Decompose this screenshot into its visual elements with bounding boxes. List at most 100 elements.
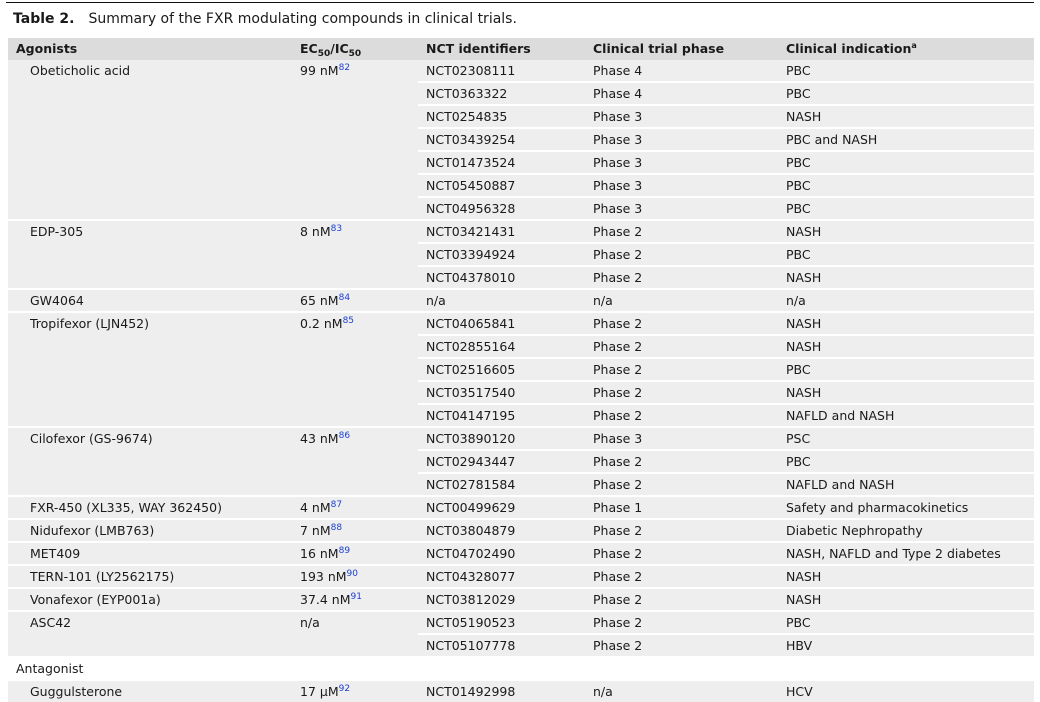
trial-phase: n/a (585, 679, 778, 702)
compound-name: MET409 (8, 541, 292, 565)
agonist-row: NCT03394924 Phase 2 PBC (8, 242, 1034, 266)
agonist-row: GW4064 65 nM84 n/a n/a n/a (8, 288, 1034, 312)
potency-value (292, 335, 418, 358)
agonist-row: NCT04147195 Phase 2 NAFLD and NASH (8, 403, 1034, 427)
reference-link: 85 (342, 316, 355, 326)
trial-phase: Phase 4 (585, 81, 778, 105)
potency-value (292, 381, 418, 404)
clinical-indication: NASH (778, 311, 1034, 335)
header-ec50-ic50: EC50/IC50 (292, 38, 418, 60)
nct-identifier: NCT03517540 (418, 380, 585, 404)
potency-text: 7 nM (300, 523, 331, 538)
clinical-indication: NASH, NAFLD and Type 2 diabetes (778, 541, 1034, 565)
potency-value: n/a (292, 610, 418, 634)
potency-value: 7 nM88 (292, 518, 418, 542)
potency-text: n/a (300, 615, 320, 630)
nct-identifier: NCT04956328 (418, 196, 585, 220)
trial-phase: n/a (585, 288, 778, 312)
nct-identifier: NCT02516605 (418, 357, 585, 381)
trial-phase: Phase 3 (585, 173, 778, 197)
agonist-row: Cilofexor (GS-9674) 43 nM86 NCT03890120 Pha… (8, 426, 1034, 450)
nct-identifier: NCT04065841 (418, 311, 585, 335)
compound-name (8, 634, 292, 657)
trial-phase: Phase 2 (585, 449, 778, 473)
header-indication-footnote: a (911, 41, 917, 50)
antagonist-row: Guggulsterone 17 μM92 NCT01492998 n/a HCV (8, 679, 1034, 702)
trial-phase: Phase 2 (585, 357, 778, 381)
potency-value (292, 82, 418, 105)
compound-name: Cilofexor (GS-9674) (8, 426, 292, 450)
reference-link: 86 (338, 431, 351, 441)
potency-value (292, 450, 418, 473)
header-ic-sub: 50 (348, 49, 362, 59)
clinical-indication: HCV (778, 679, 1034, 702)
trial-phase: Phase 3 (585, 127, 778, 151)
compound-name (8, 358, 292, 381)
potency-value (292, 473, 418, 496)
nct-identifier: NCT03804879 (418, 518, 585, 542)
trial-phase: Phase 3 (585, 150, 778, 174)
nct-identifier: NCT01492998 (418, 679, 585, 702)
potency-value: 193 nM90 (292, 564, 418, 588)
reference-link: 90 (346, 569, 358, 579)
table-body: Obeticholic acid 99 nM82 NCT02308111 Phase … (8, 60, 1034, 702)
clinical-indication: NAFLD and NASH (778, 403, 1034, 427)
compound-name (8, 404, 292, 427)
potency-value (292, 128, 418, 151)
potency-value: 37.4 nM91 (292, 587, 418, 611)
header-indication: Clinical indicationa (778, 38, 1034, 60)
compound-name (8, 473, 292, 496)
trial-phase: Phase 2 (585, 564, 778, 588)
clinical-indication: PBC (778, 173, 1034, 197)
potency-text: 43 nM (300, 431, 339, 446)
potency-value (292, 634, 418, 657)
potency-value: 43 nM86 (292, 426, 418, 450)
potency-text: 8 nM (300, 224, 331, 239)
table-title: Summary of the FXR modulating compounds … (88, 11, 517, 27)
potency-value (292, 105, 418, 128)
nct-identifier: NCT02943447 (418, 449, 585, 473)
trial-phase: Phase 2 (585, 265, 778, 289)
potency-value (292, 266, 418, 289)
potency-value (292, 358, 418, 381)
header-ic: /IC (330, 41, 349, 56)
nct-identifier: NCT0254835 (418, 104, 585, 128)
potency-value (292, 174, 418, 197)
potency-value: 0.2 nM85 (292, 311, 418, 335)
antagonist-label: Antagonist (8, 656, 1034, 680)
document-page: Table 2. Summary of the FXR modulating co… (0, 0, 1040, 702)
potency-text: 17 μM (300, 684, 339, 699)
compound-name (8, 243, 292, 266)
clinical-indication: PSC (778, 426, 1034, 450)
compound-name: EDP-305 (8, 219, 292, 243)
agonist-row: NCT0363322 Phase 4 PBC (8, 81, 1034, 105)
potency-text: 99 nM (300, 63, 339, 78)
nct-identifier: NCT04378010 (418, 265, 585, 289)
compound-name (8, 105, 292, 128)
compound-name: Tropifexor (LJN452) (8, 311, 292, 335)
potency-value (292, 151, 418, 174)
reference-link: 87 (330, 500, 343, 510)
compound-name (8, 450, 292, 473)
nct-identifier: NCT03421431 (418, 219, 585, 243)
potency-value (292, 243, 418, 266)
compound-name (8, 197, 292, 220)
agonist-row: Tropifexor (LJN452) 0.2 nM85 NCT04065841 Ph… (8, 311, 1034, 335)
agonist-row: NCT02516605 Phase 2 PBC (8, 357, 1034, 381)
potency-value: 17 μM92 (292, 679, 418, 702)
header-phase: Clinical trial phase (593, 41, 725, 56)
compound-name (8, 335, 292, 358)
nct-identifier: NCT00499629 (418, 495, 585, 519)
clinical-indication: Safety and pharmacokinetics (778, 495, 1034, 519)
trial-phase: Phase 2 (585, 403, 778, 427)
clinical-indication: HBV (778, 633, 1034, 657)
agonist-row: NCT03517540 Phase 2 NASH (8, 380, 1034, 404)
reference-link: 92 (338, 684, 351, 694)
header-nct: NCT identifiers (426, 41, 531, 56)
compound-name: Vonafexor (EYP001a) (8, 587, 292, 611)
clinical-indication: NAFLD and NASH (778, 472, 1034, 496)
potency-text: 65 nM (300, 293, 339, 308)
trial-phase: Phase 3 (585, 196, 778, 220)
nct-identifier: n/a (418, 288, 585, 312)
nct-identifier: NCT04147195 (418, 403, 585, 427)
